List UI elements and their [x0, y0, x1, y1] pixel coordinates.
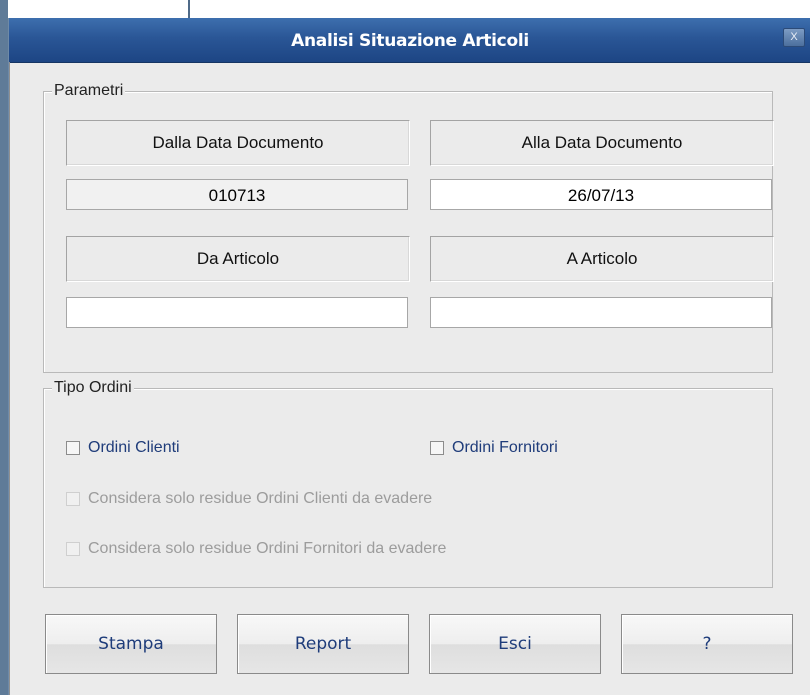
residue-clienti-checkbox: [66, 492, 80, 506]
esci-button[interactable]: Esci: [429, 614, 601, 674]
window-border: [9, 62, 10, 695]
help-button[interactable]: ?: [621, 614, 793, 674]
da-articolo-input[interactable]: [66, 297, 408, 328]
residue-clienti-label: Considera solo residue Ordini Clienti da…: [88, 490, 433, 507]
ordini-clienti-label: Ordini Clienti: [88, 439, 180, 456]
stampa-button[interactable]: Stampa: [45, 614, 217, 674]
ordini-fornitori-checkbox[interactable]: [430, 441, 444, 455]
report-button[interactable]: Report: [237, 614, 409, 674]
ordini-fornitori-label: Ordini Fornitori: [452, 439, 558, 456]
dialog-window: Analisi Situazione Articoli X Parametri …: [8, 18, 810, 695]
ordini-clienti-checkbox-row[interactable]: Ordini Clienti: [66, 439, 180, 457]
dalla-data-input[interactable]: 010713: [66, 179, 408, 210]
title-bar[interactable]: Analisi Situazione Articoli X: [9, 18, 810, 63]
ordini-clienti-checkbox[interactable]: [66, 441, 80, 455]
residue-fornitori-label: Considera solo residue Ordini Fornitori …: [88, 540, 447, 557]
background-window-edge: [0, 0, 8, 695]
parametri-group: Parametri Dalla Data Documento Alla Data…: [43, 81, 774, 373]
a-articolo-label: A Articolo: [430, 236, 774, 282]
close-button[interactable]: X: [783, 28, 805, 47]
parametri-legend: Parametri: [52, 81, 126, 101]
residue-fornitori-checkbox: [66, 542, 80, 556]
dalla-data-label: Dalla Data Documento: [66, 120, 410, 166]
background-area: [8, 0, 810, 18]
da-articolo-label: Da Articolo: [66, 236, 410, 282]
a-articolo-input[interactable]: [430, 297, 772, 328]
dialog-title: Analisi Situazione Articoli: [291, 31, 529, 51]
residue-fornitori-checkbox-row: Considera solo residue Ordini Fornitori …: [66, 540, 446, 558]
ordini-fornitori-checkbox-row[interactable]: Ordini Fornitori: [430, 439, 558, 457]
alla-data-label: Alla Data Documento: [430, 120, 774, 166]
tipo-ordini-group: Tipo Ordini Ordini Clienti Ordini Fornit…: [43, 378, 773, 588]
tipo-ordini-legend: Tipo Ordini: [52, 378, 134, 398]
residue-clienti-checkbox-row: Considera solo residue Ordini Clienti da…: [66, 490, 432, 508]
background-divider: [188, 0, 190, 18]
alla-data-input[interactable]: 26/07/13: [430, 179, 772, 210]
